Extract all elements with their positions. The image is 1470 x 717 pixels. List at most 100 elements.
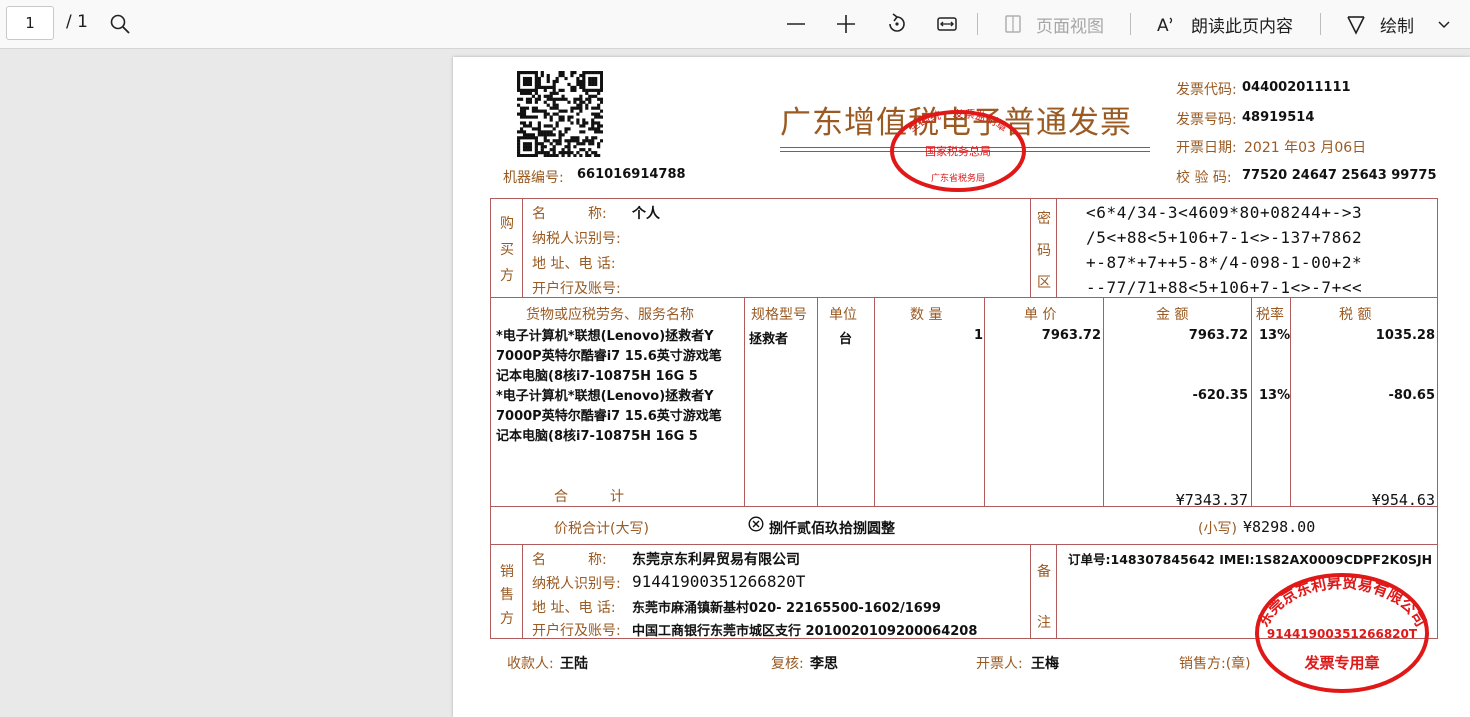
- chevron-down-icon[interactable]: [1430, 10, 1458, 38]
- seller-tax-id: 91441900351266820T: [632, 572, 806, 591]
- search-icon[interactable]: [106, 10, 134, 38]
- grid-line: [522, 198, 523, 298]
- item-tax: 1035.28: [1375, 328, 1435, 343]
- grid-line: [1030, 198, 1031, 298]
- item-qty: 1: [973, 328, 983, 343]
- draw-icon[interactable]: [1342, 10, 1370, 38]
- fit-width-icon[interactable]: [933, 10, 961, 38]
- buyer-address-label: 地 址、电 话:: [532, 256, 616, 272]
- issuer: 王梅: [1031, 656, 1059, 672]
- grid-line: [1056, 544, 1057, 639]
- grid-line: [1030, 544, 1031, 639]
- item-rate: 13%: [1259, 328, 1291, 343]
- grand-total-small-label: (小写): [1198, 521, 1237, 537]
- col-header-tax: 税 额: [1339, 307, 1372, 323]
- page-view-button[interactable]: 页面视图: [1036, 12, 1104, 37]
- buyer-side-label: 方: [500, 268, 514, 284]
- tax-stamp-bottom-text: 广东省税务局: [931, 172, 985, 184]
- cipher-line: /5<+88<5+106+7-1<>-137+7862: [1086, 228, 1363, 247]
- grid-line: [490, 198, 1438, 199]
- item-tax: -80.65: [1388, 388, 1435, 403]
- col-header-spec: 规格型号: [751, 307, 807, 323]
- seller-side-label: 售: [500, 587, 514, 603]
- seller-side-label: 销: [500, 564, 514, 580]
- seller-invoice-stamp: 东莞京东利昇贸易有限公司 91441900351266820T 发票专用章: [1254, 573, 1430, 693]
- payee: 王陆: [560, 656, 588, 672]
- item-name-line: 记本电脑(8核i7-10875H 16G 5: [496, 429, 698, 444]
- total-amount: ¥7343.37: [1175, 491, 1248, 509]
- check-code: 77520 24647 25643 99775: [1242, 168, 1437, 183]
- item-spec: 拯救者: [749, 332, 789, 347]
- check-code-label: 校 验 码:: [1176, 170, 1232, 186]
- buyer-side-label: 买: [500, 242, 514, 258]
- item-name-line: 7000P英特尔酷睿i7 15.6英寸游戏笔: [496, 349, 722, 364]
- total-label: 合 计: [554, 489, 624, 505]
- grid-line: [744, 297, 745, 507]
- grid-line: [490, 297, 1438, 298]
- issuer-label: 开票人:: [976, 656, 1023, 672]
- buyer-tax-id-label: 纳税人识别号:: [532, 231, 621, 247]
- item-unit: 台: [839, 332, 853, 347]
- page-number-input[interactable]: [6, 6, 54, 40]
- grid-line: [522, 544, 523, 639]
- page-view-icon[interactable]: [999, 10, 1027, 38]
- qr-code-icon: [517, 71, 603, 157]
- page-total: / 1: [66, 12, 88, 32]
- seller-seal-label: 销售方:(章): [1179, 656, 1251, 672]
- rotate-icon[interactable]: [883, 10, 911, 38]
- total-tax: ¥954.63: [1371, 491, 1435, 509]
- cipher-line: <6*4/34-3<4609*80+08244+->3: [1086, 203, 1363, 222]
- svg-text:东莞京东利昇贸易有限公司: 东莞京东利昇贸易有限公司: [1254, 574, 1430, 630]
- invoice-title: 广东增值税电子普通发票: [780, 105, 1132, 141]
- grand-total-small: ¥8298.00: [1243, 518, 1316, 536]
- col-header-price: 单 价: [1024, 307, 1057, 323]
- toolbar-divider: [1130, 13, 1131, 35]
- grid-line: [490, 198, 491, 639]
- zoom-in-icon[interactable]: [832, 10, 860, 38]
- invoice-number: 48919514: [1242, 110, 1315, 125]
- grand-total-words: 捌仟贰佰玖拾捌圆整: [769, 521, 895, 537]
- read-aloud-icon[interactable]: A: [1152, 10, 1180, 38]
- remarks-text: 订单号:148307845642 IMEI:1S82AX0009CDPF2K0S…: [1068, 552, 1433, 567]
- item-name-line: *电子计算机*联想(Lenovo)拯救者Y: [496, 389, 714, 404]
- machine-no: 661016914788: [577, 167, 686, 182]
- title-underline: [780, 147, 1150, 148]
- item-name-line: *电子计算机*联想(Lenovo)拯救者Y: [496, 329, 714, 344]
- seller-address: 东莞市麻涌镇新基村020- 22165500-1602/1699: [632, 601, 941, 616]
- seller-bank: 中国工商银行东莞市城区支行 2010020109200064208: [632, 624, 978, 639]
- cipher-side-label: 区: [1037, 275, 1051, 291]
- buyer-side-label: 购: [500, 216, 514, 232]
- cipher-side-label: 码: [1037, 243, 1051, 259]
- issue-date: 2021 年03 月06日: [1244, 140, 1367, 156]
- read-aloud-button[interactable]: 朗读此页内容: [1191, 12, 1293, 37]
- buyer-bank-label: 开户行及账号:: [532, 281, 621, 297]
- zoom-out-icon[interactable]: [782, 10, 810, 38]
- seller-stamp-bottom-text: 发票专用章: [1303, 654, 1379, 672]
- grand-total-label: 价税合计(大写): [554, 521, 649, 537]
- item-name-line: 记本电脑(8核i7-10875H 16G 5: [496, 369, 698, 384]
- item-name-line: 7000P英特尔酷睿i7 15.6英寸游戏笔: [496, 409, 722, 424]
- seller-bank-label: 开户行及账号:: [532, 623, 621, 639]
- draw-button[interactable]: 绘制: [1380, 12, 1414, 37]
- title-underline: [780, 151, 1150, 152]
- grid-line: [817, 297, 818, 507]
- payee-label: 收款人:: [507, 656, 554, 672]
- seller-stamp-top-text: 东莞京东利昇贸易有限公司: [1254, 574, 1430, 630]
- col-header-name: 货物或应税劳务、服务名称: [526, 307, 694, 323]
- seller-name: 东莞京东利昇贸易有限公司: [632, 552, 800, 568]
- cipher-line: +-87*+7++5-8*/4-098-1-00+2*: [1086, 253, 1363, 272]
- col-header-rate: 税率: [1256, 307, 1284, 323]
- seller-side-label: 方: [500, 611, 514, 627]
- invoice-number-label: 发票号码:: [1176, 112, 1237, 128]
- issue-date-label: 开票日期:: [1176, 140, 1237, 156]
- cipher-line: --77/71+88<5+106+7-1<>-7+<<: [1086, 278, 1363, 297]
- machine-no-label: 机器编号:: [503, 170, 564, 186]
- grid-line: [490, 544, 1438, 545]
- invoice-code: 044002011111: [1242, 80, 1351, 95]
- col-header-unit: 单位: [829, 307, 857, 323]
- buyer-name-label: 名 称:: [532, 206, 607, 222]
- seller-address-label: 地 址、电 话:: [532, 600, 616, 616]
- seller-name-label: 名 称:: [532, 552, 607, 568]
- remarks-side-label: 注: [1037, 615, 1051, 631]
- item-amount: 7963.72: [1188, 328, 1248, 343]
